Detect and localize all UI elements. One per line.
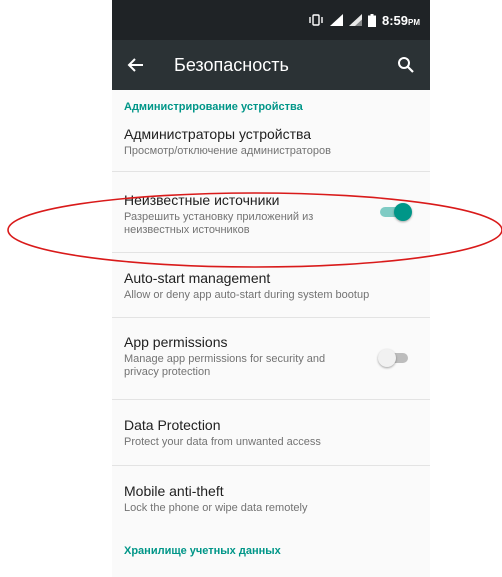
toggle-thumb — [378, 349, 396, 367]
section-header-credential-storage: Хранилище учетных данных — [124, 545, 281, 557]
section-header-device-admin: Администрирование устройства — [124, 101, 303, 113]
list-item-data-protection[interactable]: Data Protection Protect your data from u… — [112, 400, 430, 466]
toolbar: Безопасность — [112, 40, 430, 90]
item-subtitle: Protect your data from unwanted access — [124, 436, 321, 448]
item-title: Data Protection — [124, 417, 221, 433]
list-item-app-permissions[interactable]: App permissions Manage app permissions f… — [112, 318, 430, 400]
phone-screen: 8:59PM Безопасность Администрирование ус… — [112, 0, 430, 577]
battery-icon — [367, 13, 376, 27]
status-time: 8:59PM — [381, 12, 420, 28]
list-item-autostart[interactable]: Auto-start management Allow or deny app … — [112, 253, 430, 318]
list-item-anti-theft[interactable]: Mobile anti-theft Lock the phone or wipe… — [112, 466, 430, 531]
item-subtitle: Allow or deny app auto-start during syst… — [124, 289, 370, 301]
unknown-sources-toggle[interactable] — [378, 201, 412, 223]
list-item-device-admins[interactable]: Администраторы устройства Просмотр/отклю… — [112, 117, 430, 172]
app-permissions-toggle[interactable] — [378, 347, 412, 369]
item-subtitle: Просмотр/отключение администраторов — [124, 145, 331, 157]
item-title: App permissions — [124, 334, 228, 350]
item-title: Неизвестные источники — [124, 192, 280, 208]
vibrate-icon — [308, 14, 324, 26]
search-icon[interactable] — [394, 53, 418, 77]
item-subtitle: Lock the phone or wipe data remotely — [124, 502, 308, 514]
signal-icon — [329, 14, 343, 26]
list-item-unknown-sources[interactable]: Неизвестные источники Разрешить установк… — [112, 172, 430, 253]
item-title: Mobile anti-theft — [124, 483, 224, 499]
arrow-left-icon[interactable] — [124, 53, 148, 77]
status-bar: 8:59PM — [112, 0, 430, 40]
item-title: Администраторы устройства — [124, 126, 312, 142]
item-subtitle: Разрешить установку приложений из неизве… — [124, 211, 314, 236]
toggle-thumb — [394, 203, 412, 221]
item-title: Auto-start management — [124, 270, 271, 286]
item-subtitle: Manage app permissions for security and … — [124, 353, 326, 378]
page-title: Безопасность — [174, 54, 289, 75]
signal-icon — [348, 14, 362, 26]
